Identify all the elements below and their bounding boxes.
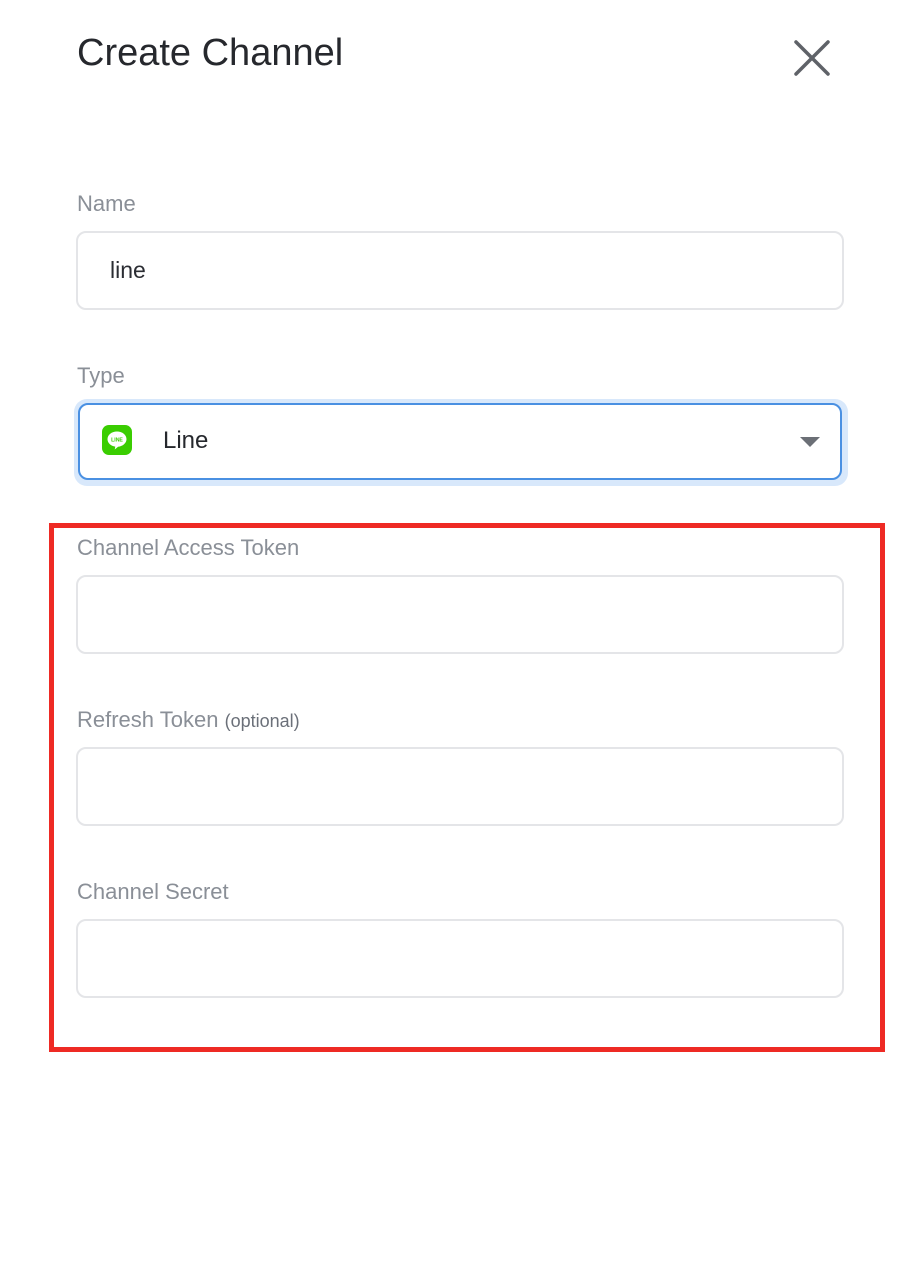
type-label: Type (77, 363, 125, 388)
refresh-token-input[interactable] (76, 747, 844, 826)
chevron-down-icon (800, 437, 820, 447)
channel-secret-label: Channel Secret (77, 879, 229, 904)
type-select[interactable]: LINE Line (78, 403, 842, 480)
channel-access-token-input[interactable] (76, 575, 844, 654)
refresh-token-label-text: Refresh Token (77, 707, 219, 732)
line-app-icon: LINE (102, 425, 132, 455)
create-channel-dialog: Create Channel Name Type LINE Line Chann… (0, 0, 916, 1280)
channel-access-token-label: Channel Access Token (77, 535, 300, 560)
optional-hint: (optional) (224, 711, 300, 731)
close-icon (794, 40, 830, 76)
close-button[interactable] (790, 36, 834, 80)
svg-text:LINE: LINE (111, 437, 123, 443)
name-label: Name (77, 191, 136, 216)
channel-secret-input[interactable] (76, 919, 844, 998)
refresh-token-label: Refresh Token (optional) (77, 706, 300, 735)
name-input[interactable] (76, 231, 844, 310)
dialog-title: Create Channel (77, 32, 344, 74)
type-select-value: Line (163, 427, 209, 454)
